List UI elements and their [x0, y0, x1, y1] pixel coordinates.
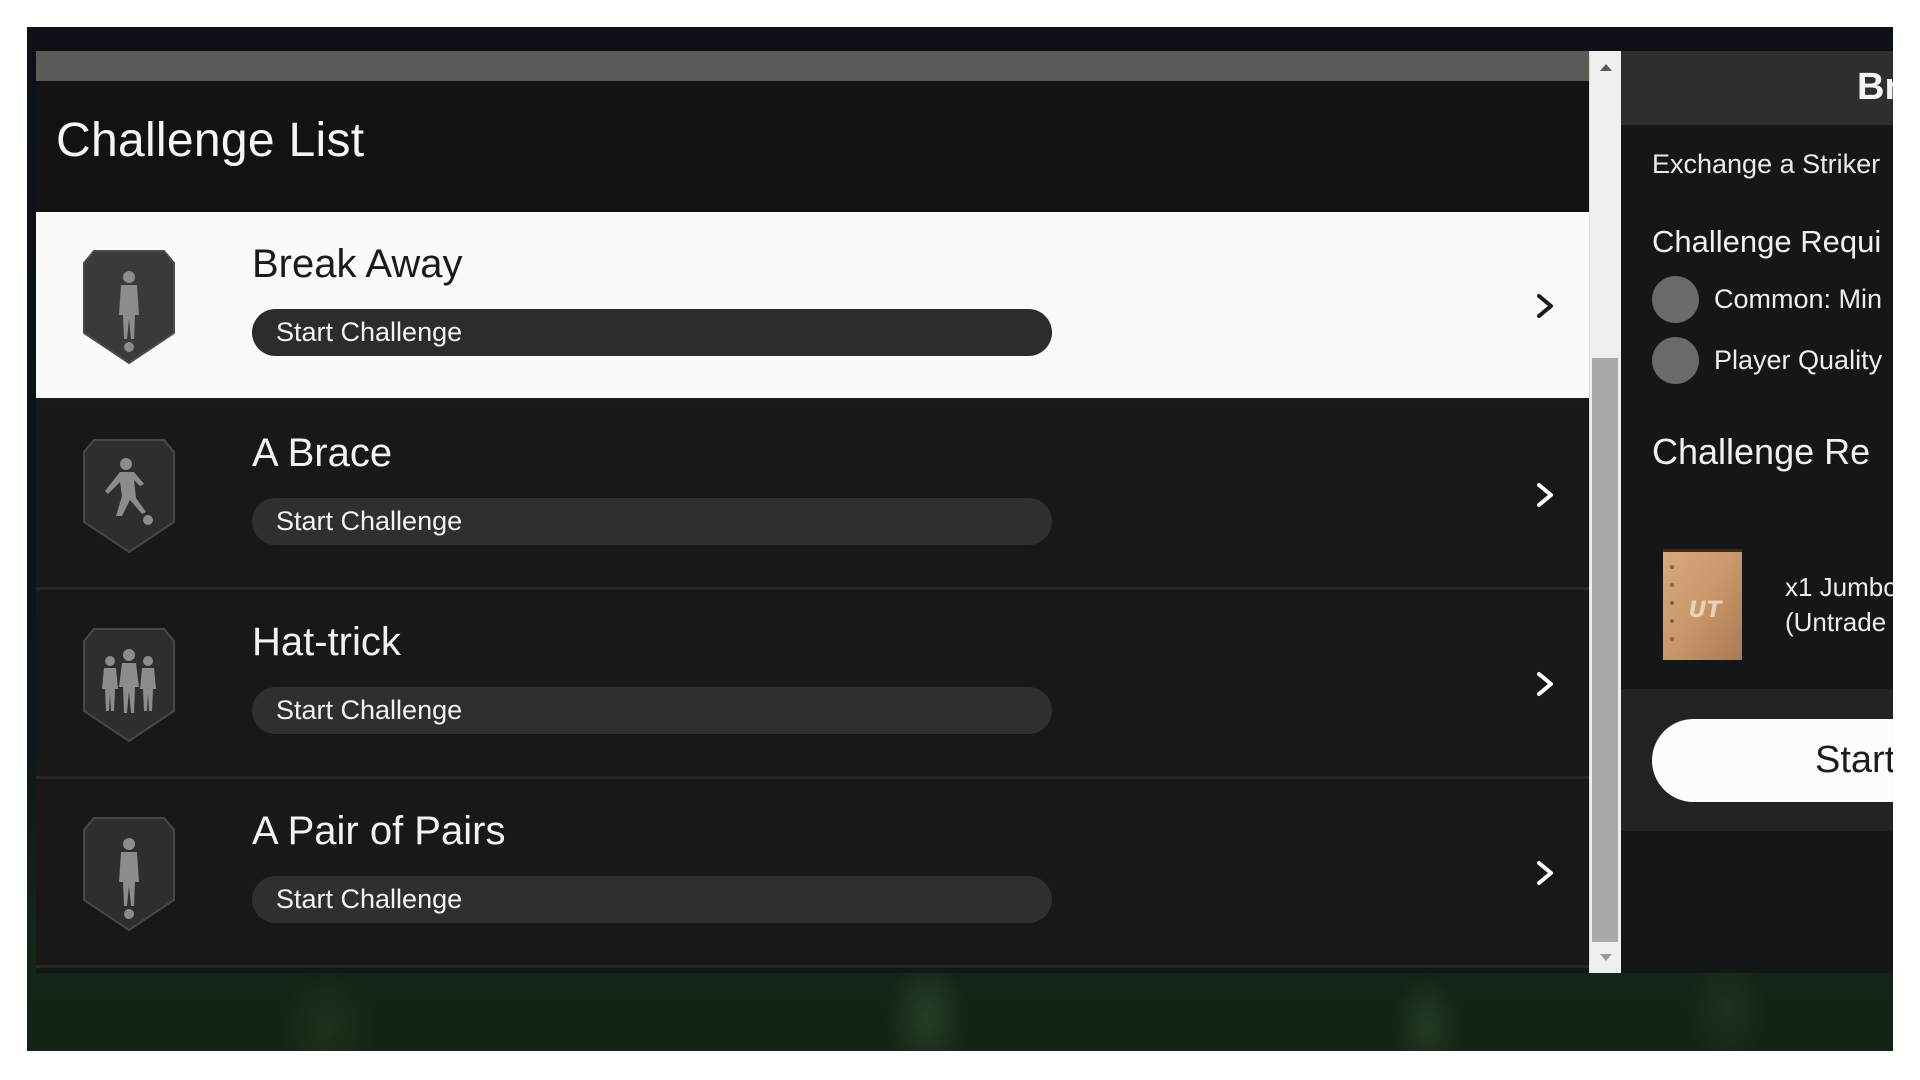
- arrow-down-icon: [1599, 953, 1612, 961]
- requirement-text: Player Quality: [1714, 345, 1883, 375]
- scrollbar-thumb[interactable]: [1592, 358, 1618, 942]
- requirement-status-icon: [1652, 337, 1699, 384]
- dribbling-player-icon: [83, 439, 175, 554]
- challenge-list: Break Away Start Challenge A Brace Start…: [36, 212, 1589, 968]
- challenge-title: A Brace: [252, 431, 393, 475]
- chevron-right-icon[interactable]: [1531, 290, 1559, 322]
- page-title: Challenge List: [56, 114, 365, 167]
- challenge-row-a-brace[interactable]: A Brace Start Challenge: [36, 401, 1589, 590]
- list-scrollbar[interactable]: [1589, 51, 1621, 973]
- reward-line-2: (Untrade: [1785, 607, 1887, 637]
- striker-ball-icon: [83, 817, 175, 932]
- reward-line-1: x1 Jumbo: [1785, 572, 1893, 602]
- scroll-up-button[interactable]: [1590, 55, 1621, 79]
- requirement-item: Player Quality: [1652, 337, 1882, 384]
- challenge-title: A Pair of Pairs: [252, 809, 506, 853]
- requirement-item: Common: Min: [1652, 276, 1882, 323]
- detail-header: Br: [1621, 51, 1893, 125]
- requirement-status-icon: [1652, 276, 1699, 323]
- striker-ball-icon: [83, 250, 175, 365]
- challenge-detail-panel: Br Exchange a Striker Challenge Requi Co…: [1621, 51, 1893, 973]
- start-button[interactable]: Start: [1652, 719, 1893, 802]
- game-screen: Challenge List Break Away Start Challeng…: [27, 27, 1893, 1051]
- rewards-heading: Challenge Re: [1652, 431, 1871, 472]
- challenge-row-break-away[interactable]: Break Away Start Challenge: [36, 212, 1589, 401]
- requirement-text: Common: Min: [1714, 284, 1883, 314]
- detail-footer: Start: [1621, 689, 1893, 831]
- chevron-right-icon[interactable]: [1531, 857, 1559, 889]
- challenge-title: Hat-trick: [252, 620, 401, 664]
- challenge-list-header: Challenge List: [36, 81, 1589, 212]
- panel-top-bar: [36, 51, 1589, 81]
- three-players-icon: [83, 628, 175, 743]
- arrow-up-icon: [1599, 63, 1612, 71]
- start-challenge-button[interactable]: Start Challenge: [252, 876, 1052, 923]
- challenge-row-hat-trick[interactable]: Hat-trick Start Challenge: [36, 590, 1589, 779]
- challenge-row-a-pair-of-pairs[interactable]: A Pair of Pairs Start Challenge: [36, 779, 1589, 968]
- reward-description: x1 Jumbo (Untrade: [1785, 570, 1893, 640]
- detail-title: Br: [1857, 66, 1893, 108]
- scroll-down-button[interactable]: [1590, 945, 1621, 969]
- requirements-heading: Challenge Requi: [1652, 224, 1882, 259]
- start-challenge-button[interactable]: Start Challenge: [252, 309, 1052, 356]
- start-challenge-button[interactable]: Start Challenge: [252, 687, 1052, 734]
- chevron-right-icon[interactable]: [1531, 479, 1559, 511]
- challenge-title: Break Away: [252, 242, 463, 286]
- challenge-description: Exchange a Striker: [1652, 149, 1881, 179]
- pack-icon: UT: [1663, 549, 1742, 660]
- challenge-list-panel: Challenge List Break Away Start Challeng…: [36, 51, 1589, 973]
- start-challenge-button[interactable]: Start Challenge: [252, 498, 1052, 545]
- chevron-right-icon[interactable]: [1531, 668, 1559, 700]
- pack-label: UT: [1689, 598, 1724, 623]
